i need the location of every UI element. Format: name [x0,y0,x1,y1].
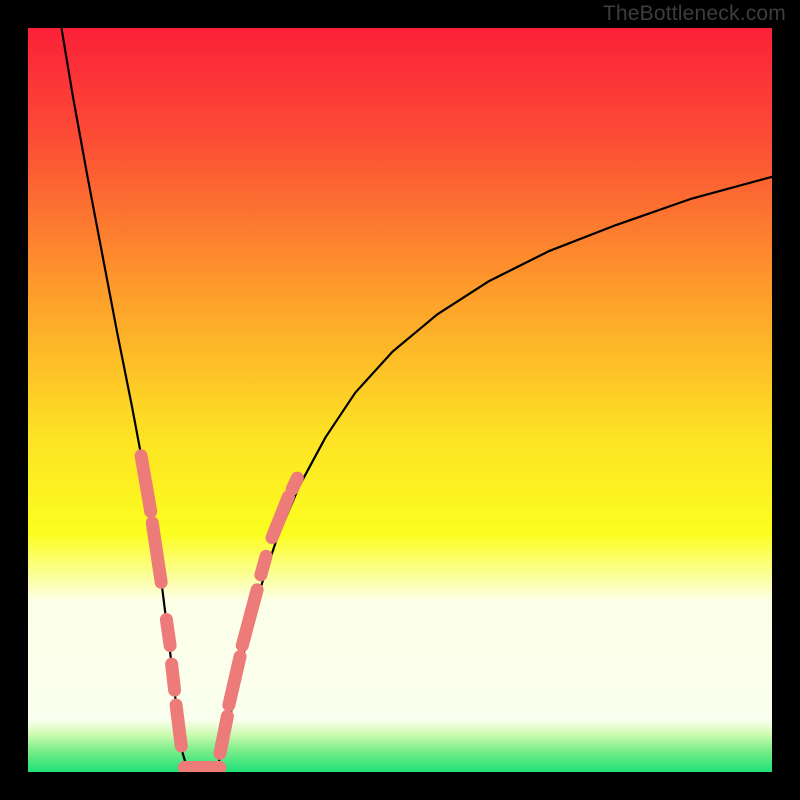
marker-left-cluster-1 [152,523,161,583]
chart-frame: TheBottleneck.com [0,0,800,800]
plot-area [28,28,772,772]
marker-right-cluster-3 [261,556,266,575]
marker-left-cluster-3 [172,664,175,690]
watermark-text: TheBottleneck.com [603,2,786,26]
marker-right-cluster-0 [220,716,227,753]
chart-svg [28,28,772,772]
gradient-background [28,28,772,772]
marker-left-cluster-4 [176,705,181,746]
marker-left-cluster-2 [166,619,170,645]
marker-right-cluster-5 [292,478,297,489]
